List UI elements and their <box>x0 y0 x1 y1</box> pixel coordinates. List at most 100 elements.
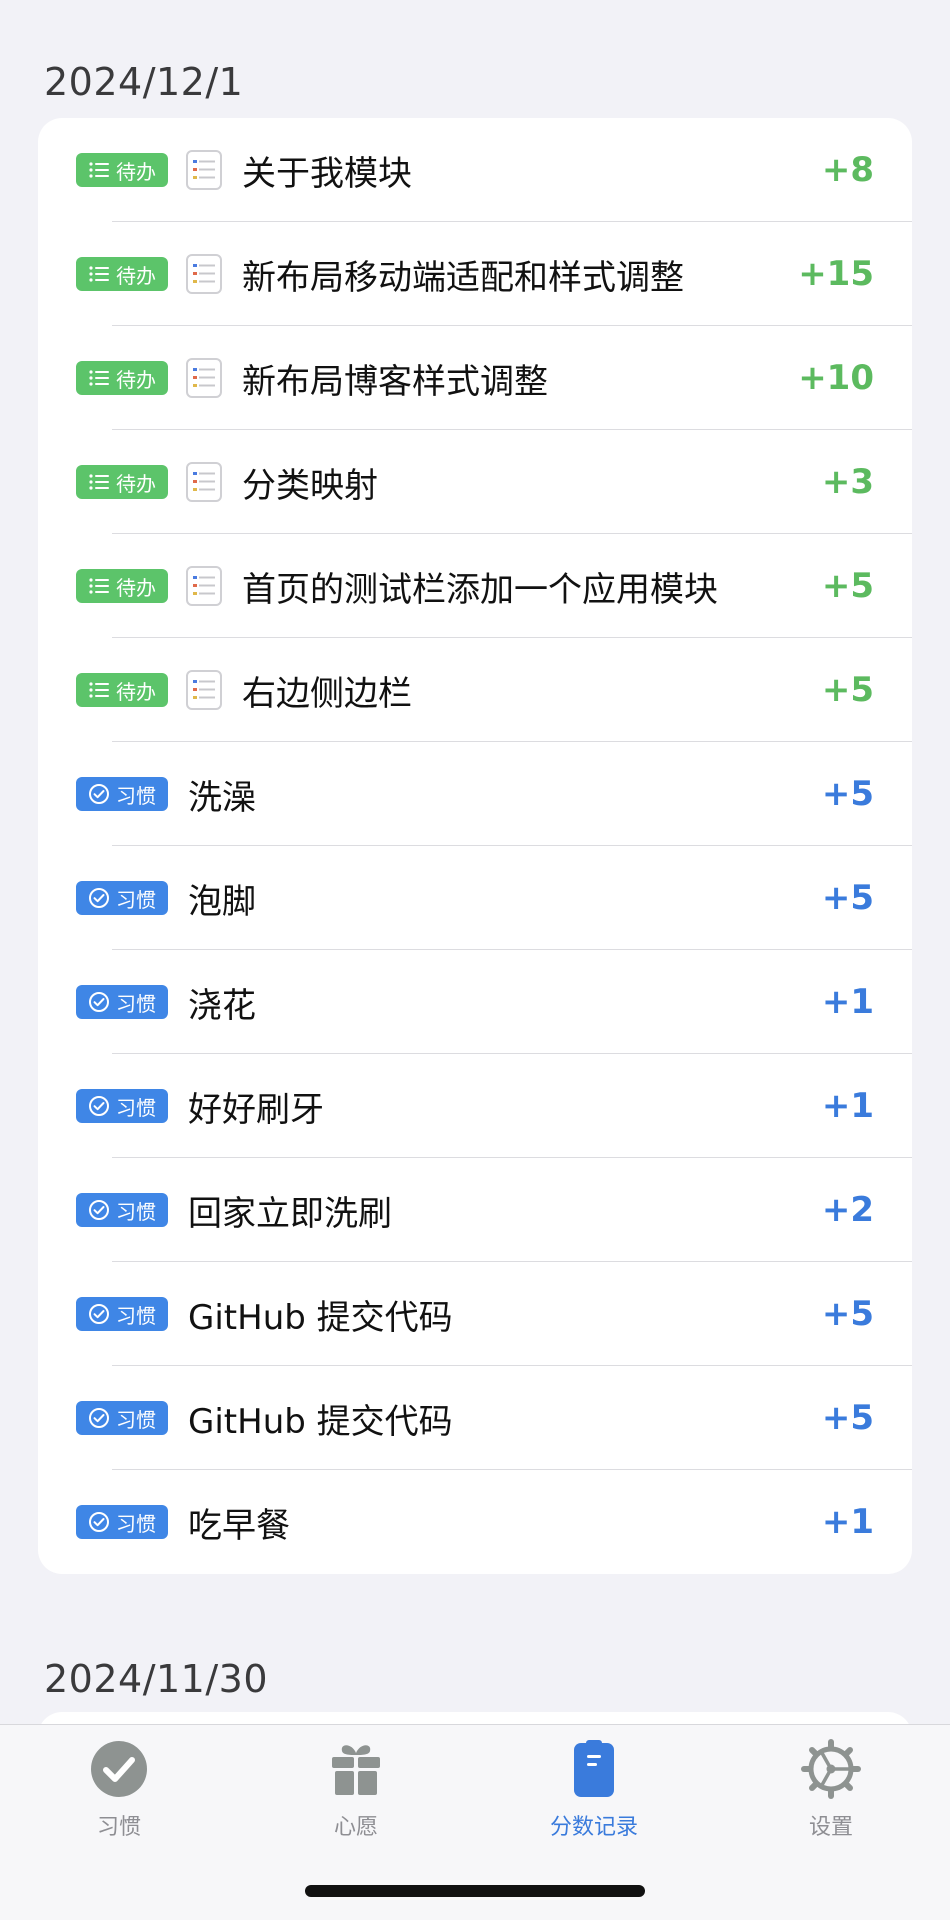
record-score: +8 <box>821 150 874 190</box>
badge-label: 待办 <box>116 367 156 392</box>
badge-label: 习惯 <box>116 1511 156 1536</box>
gift-icon <box>332 1745 380 1795</box>
notepad-icon <box>186 670 222 710</box>
badge-label: 习惯 <box>116 991 156 1016</box>
check-circle-icon <box>89 784 109 804</box>
notepad-icon <box>186 566 222 606</box>
badge-label: 待办 <box>116 471 156 496</box>
habit-badge: 习惯 <box>76 985 168 1019</box>
record-score: +1 <box>821 1502 874 1542</box>
record-score: +10 <box>798 358 874 398</box>
badge-label: 待办 <box>116 679 156 704</box>
record-score: +5 <box>821 878 874 918</box>
list-icon <box>89 474 109 490</box>
habit-badge: 习惯 <box>76 1089 168 1123</box>
record-title: 好好刷牙 <box>188 1089 324 1130</box>
list-icon <box>89 682 109 698</box>
record-row[interactable]: 习惯 好好刷牙 +1 <box>38 1054 912 1158</box>
habit-badge: 习惯 <box>76 777 168 811</box>
record-title: 分类映射 <box>242 465 378 506</box>
record-row[interactable]: 习惯 GitHub 提交代码 +5 <box>38 1366 912 1470</box>
date-header: 2024/12/1 <box>44 60 244 104</box>
check-circle-icon <box>89 1408 109 1428</box>
record-score: +3 <box>821 462 874 502</box>
tab-label: 习惯 <box>96 1815 141 1840</box>
record-row[interactable]: 待办 分类映射 +3 <box>38 430 912 534</box>
record-title: 新布局博客样式调整 <box>242 361 548 402</box>
record-title: GitHub 提交代码 <box>188 1401 453 1442</box>
habit-badge: 习惯 <box>76 1193 168 1227</box>
record-row[interactable]: 待办 关于我模块 +8 <box>38 118 912 222</box>
home-indicator <box>305 1885 645 1897</box>
tab-wishes[interactable]: 心愿 <box>276 1739 436 1849</box>
record-row[interactable]: 习惯 回家立即洗刷 +2 <box>38 1158 912 1262</box>
record-score: +1 <box>821 982 874 1022</box>
badge-label: 习惯 <box>116 887 156 912</box>
notepad-icon <box>186 462 222 502</box>
todo-badge: 待办 <box>76 465 168 499</box>
record-score: +5 <box>821 774 874 814</box>
record-title: 泡脚 <box>188 881 256 922</box>
check-circle-icon <box>89 992 109 1012</box>
record-score: +5 <box>821 1398 874 1438</box>
record-row[interactable]: 习惯 吃早餐 +1 <box>38 1470 912 1574</box>
badge-label: 习惯 <box>116 783 156 808</box>
record-title: GitHub 提交代码 <box>188 1297 453 1338</box>
check-circle-icon <box>89 1096 109 1116</box>
date-header: 2024/11/30 <box>44 1657 269 1701</box>
record-row[interactable]: 待办 新布局移动端适配和样式调整 +15 <box>38 222 912 326</box>
tab-habits[interactable]: 习惯 <box>39 1739 199 1849</box>
record-row[interactable]: 待办 右边侧边栏 +5 <box>38 638 912 742</box>
check-circle-icon <box>89 1304 109 1324</box>
record-score: +5 <box>821 566 874 606</box>
todo-badge: 待办 <box>76 673 168 707</box>
check-circle-icon <box>89 1512 109 1532</box>
record-row[interactable]: 待办 首页的测试栏添加一个应用模块 +5 <box>38 534 912 638</box>
list-icon <box>89 162 109 178</box>
gear-icon <box>801 1739 861 1799</box>
badge-label: 习惯 <box>116 1199 156 1224</box>
list-icon <box>89 578 109 594</box>
notepad-icon <box>186 254 222 294</box>
check-circle-icon <box>89 1200 109 1220</box>
record-score: +5 <box>821 670 874 710</box>
record-title: 新布局移动端适配和样式调整 <box>242 257 684 298</box>
tab-settings[interactable]: 设置 <box>751 1739 911 1849</box>
badge-label: 习惯 <box>116 1303 156 1328</box>
record-score: +15 <box>798 254 874 294</box>
records-card: 待办 关于我模块 +8 待办 新布局移动端适配和样式调整 +15 待办 新布局博… <box>38 118 912 1574</box>
tab-label: 分数记录 <box>549 1815 638 1840</box>
tab-score-records[interactable]: 分数记录 <box>514 1739 674 1849</box>
notepad-icon <box>186 150 222 190</box>
habit-badge: 习惯 <box>76 1401 168 1435</box>
record-score: +1 <box>821 1086 874 1126</box>
list-icon <box>89 370 109 386</box>
record-title: 浇花 <box>188 985 256 1026</box>
record-title: 洗澡 <box>188 777 256 818</box>
habit-badge: 习惯 <box>76 881 168 915</box>
badge-label: 待办 <box>116 263 156 288</box>
check-circle-icon <box>91 1741 147 1797</box>
notepad-icon <box>186 358 222 398</box>
score-records-screen: 2024/12/1 待办 关于我模块 +8 待办 新布局移动端适配和样式调整 +… <box>0 0 950 1920</box>
record-row[interactable]: 习惯 洗澡 +5 <box>38 742 912 846</box>
record-row[interactable]: 习惯 GitHub 提交代码 +5 <box>38 1262 912 1366</box>
check-circle-icon <box>89 888 109 908</box>
habit-badge: 习惯 <box>76 1297 168 1331</box>
record-score: +5 <box>821 1294 874 1334</box>
tab-label: 设置 <box>808 1815 853 1840</box>
record-title: 吃早餐 <box>188 1505 290 1546</box>
todo-badge: 待办 <box>76 361 168 395</box>
record-score: +2 <box>821 1190 874 1230</box>
clipboard-icon <box>574 1740 614 1797</box>
badge-label: 待办 <box>116 575 156 600</box>
tab-label: 心愿 <box>333 1815 378 1840</box>
todo-badge: 待办 <box>76 569 168 603</box>
habit-badge: 习惯 <box>76 1505 168 1539</box>
record-row[interactable]: 习惯 浇花 +1 <box>38 950 912 1054</box>
badge-label: 待办 <box>116 159 156 184</box>
record-row[interactable]: 待办 新布局博客样式调整 +10 <box>38 326 912 430</box>
record-title: 右边侧边栏 <box>242 673 412 714</box>
todo-badge: 待办 <box>76 257 168 291</box>
record-row[interactable]: 习惯 泡脚 +5 <box>38 846 912 950</box>
